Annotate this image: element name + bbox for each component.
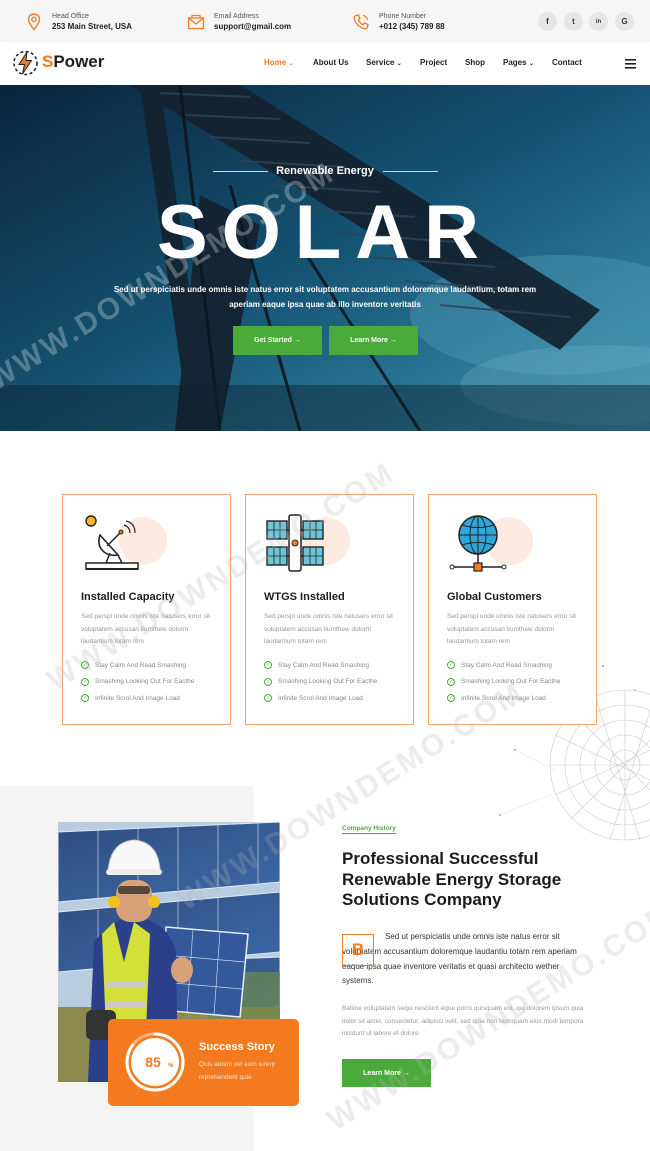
facebook-icon[interactable]: f bbox=[538, 12, 557, 31]
phone-label: Phone Number bbox=[379, 13, 427, 20]
phone-icon bbox=[351, 12, 371, 32]
google-icon[interactable]: G bbox=[615, 12, 634, 31]
learn-more-button[interactable]: Learn More → bbox=[329, 326, 418, 355]
logo-text[interactable]: SPower bbox=[42, 52, 104, 72]
about-heading: Professional Successful Renewable Energy… bbox=[342, 849, 562, 909]
card-title: Global Customers bbox=[447, 591, 542, 603]
list-item: ✓ Smashing Looking Out For Eacthe bbox=[81, 677, 195, 686]
card-description: Sed perspi unde omnis iste natusers erro… bbox=[81, 613, 210, 645]
get-started-button[interactable]: Get Started → bbox=[233, 326, 322, 355]
email-envelope-icon bbox=[186, 12, 206, 32]
dropcap: B bbox=[342, 934, 374, 966]
card-title: Installed Capacity bbox=[81, 591, 175, 603]
feature-card-wtgs-installed[interactable]: WTGS Installed Sed perspi unde omnis ist… bbox=[245, 494, 414, 725]
feature-card-installed-capacity[interactable]: Installed Capacity Sed perspi unde omnis… bbox=[62, 494, 231, 725]
check-icon: ✓ bbox=[447, 661, 455, 670]
feature-card-global-customers[interactable]: Global Customers Sed perspi unde omnis i… bbox=[428, 494, 597, 725]
check-icon: ✓ bbox=[81, 694, 89, 703]
instagram-icon[interactable]: in bbox=[589, 12, 608, 31]
satellite-dish-icon bbox=[85, 515, 139, 570]
check-icon: ✓ bbox=[264, 694, 272, 703]
card-checklist: ✓ Stay Calm And Read Smashing ✓ Smashing L… bbox=[81, 657, 194, 707]
list-item: ✓ Smashing Looking Out For Eacthe bbox=[264, 677, 378, 686]
globe-network-icon bbox=[449, 515, 507, 572]
check-icon: ✓ bbox=[447, 694, 455, 703]
head-office-value: 253 Main Street, USA bbox=[52, 22, 133, 31]
nav-home[interactable]: Home ⌄ bbox=[264, 58, 294, 67]
hamburger-menu-icon[interactable] bbox=[625, 56, 636, 74]
email-value[interactable]: support@gmail.com bbox=[214, 21, 291, 32]
location-pin-icon bbox=[24, 12, 44, 32]
story-title: Success Story bbox=[199, 1041, 275, 1053]
check-icon: ✓ bbox=[81, 677, 89, 686]
nav-contact[interactable]: Contact bbox=[552, 58, 582, 67]
about-paragraph: Batiine voluptatem sequi nesciunt eque p… bbox=[342, 1005, 584, 1037]
progress-percent: 85 bbox=[145, 1054, 161, 1070]
head-office-label: Head Office bbox=[52, 13, 89, 20]
progress-percent-sign: % bbox=[168, 1063, 174, 1069]
progress-ring: 85 % bbox=[125, 1032, 185, 1092]
top-info-bar: Head Office 253 Main Street, USA Email Ad… bbox=[0, 0, 650, 42]
card-description: Sed perspi unde omnis iste natusers erro… bbox=[447, 613, 576, 645]
story-text: Quis autem vel eum iurerp reprehenderit … bbox=[199, 1061, 276, 1081]
list-item: ✓ Infinite Scrol And Image Load bbox=[264, 694, 363, 703]
list-item: ✓ Smashing Looking Out For Eacthe bbox=[447, 677, 561, 686]
email-label: Email Address bbox=[214, 13, 259, 20]
card-title: WTGS Installed bbox=[264, 591, 345, 603]
twitter-icon[interactable]: t bbox=[564, 12, 583, 31]
main-navbar: SPower Home ⌄ About Us Service ⌄ Project… bbox=[0, 42, 650, 85]
about-paragraph-lead: Sed ut perspiciatis unde omnis iste natu… bbox=[342, 932, 577, 986]
hero-banner: Renewable Energy SOLAR Sed ut perspiciat… bbox=[0, 85, 650, 431]
phone-info: Phone Number +012 (345) 789 88 bbox=[351, 10, 445, 34]
card-checklist: ✓ Stay Calm And Read Smashing ✓ Smashing L… bbox=[264, 657, 377, 707]
nav-pages[interactable]: Pages ⌄ bbox=[503, 58, 534, 67]
hero-description: Sed ut perspiciatis unde omnis iste natu… bbox=[113, 285, 537, 309]
head-office-info: Head Office 253 Main Street, USA bbox=[24, 10, 132, 34]
success-story-card[interactable]: 85 % Success Story Quis autem vel eum iu… bbox=[108, 1019, 299, 1106]
nav-project[interactable]: Project bbox=[420, 58, 447, 67]
card-description: Sed perspi unde omnis iste natusers erro… bbox=[264, 613, 393, 645]
card-checklist: ✓ Stay Calm And Read Smashing ✓ Smashing L… bbox=[447, 657, 560, 707]
about-learn-more-button[interactable]: Learn More → bbox=[342, 1059, 431, 1087]
check-icon: ✓ bbox=[264, 677, 272, 686]
nav-about-us[interactable]: About Us bbox=[313, 58, 349, 67]
chevron-down-icon: ⌄ bbox=[528, 61, 534, 67]
list-item: ✓ Stay Calm And Read Smashing bbox=[447, 661, 553, 670]
check-icon: ✓ bbox=[264, 661, 272, 670]
section-tag: Company History bbox=[342, 825, 396, 834]
hero-title: SOLAR bbox=[157, 190, 493, 275]
check-icon: ✓ bbox=[447, 677, 455, 686]
chevron-down-icon: ⌄ bbox=[288, 61, 294, 67]
list-item: ✓ Stay Calm And Read Smashing bbox=[81, 661, 187, 670]
logo-bolt-icon[interactable] bbox=[12, 49, 39, 82]
list-item: ✓ Infinite Scrol And Image Load bbox=[447, 694, 546, 703]
check-icon: ✓ bbox=[81, 661, 89, 670]
list-item: ✓ Infinite Scrol And Image Load bbox=[81, 694, 180, 703]
nav-shop[interactable]: Shop bbox=[465, 58, 485, 67]
hero-subtitle: Renewable Energy bbox=[276, 165, 374, 177]
solar-satellite-icon bbox=[266, 514, 324, 572]
chevron-down-icon: ⌄ bbox=[396, 61, 402, 67]
phone-value[interactable]: +012 (345) 789 88 bbox=[379, 21, 445, 32]
nav-service[interactable]: Service ⌄ bbox=[366, 58, 402, 67]
list-item: ✓ Stay Calm And Read Smashing bbox=[264, 661, 370, 670]
email-info: Email Address support@gmail.com bbox=[186, 10, 291, 34]
